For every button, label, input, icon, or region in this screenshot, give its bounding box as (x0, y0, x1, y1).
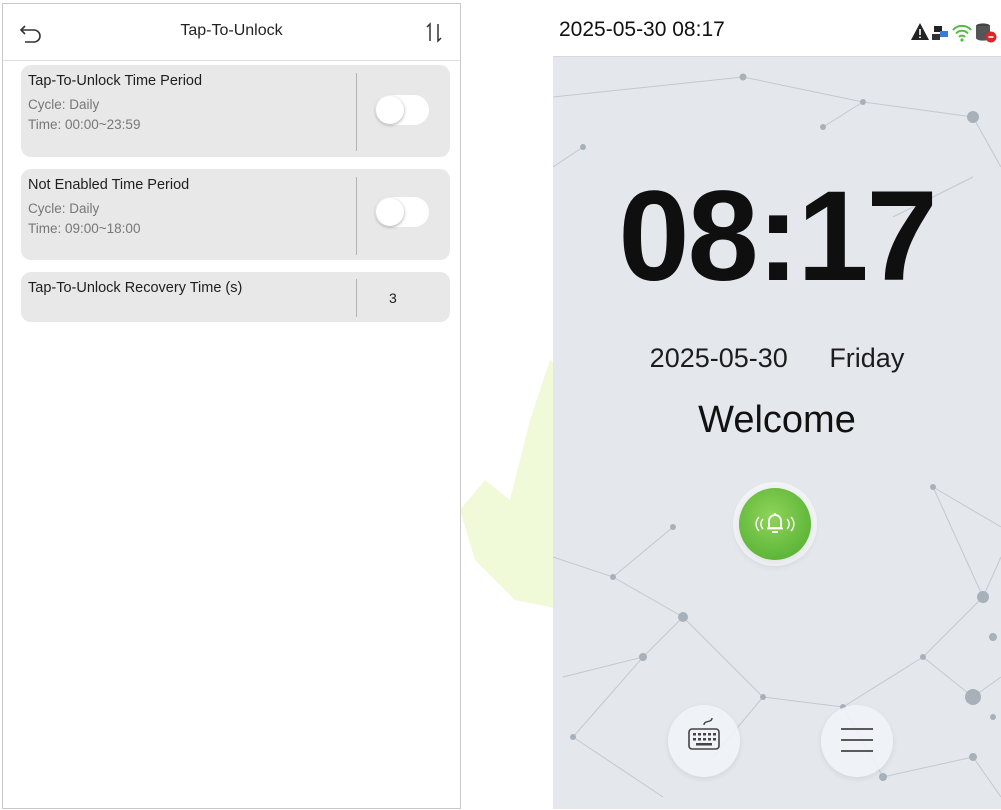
card-title: Not Enabled Time Period (28, 177, 190, 193)
page-title: Tap-To-Unlock (180, 22, 283, 39)
recovery-time-value: 3 (389, 290, 397, 306)
doorbell-button[interactable] (739, 488, 811, 560)
card-title: Tap-To-Unlock Time Period (28, 73, 203, 89)
status-icons (911, 23, 997, 43)
toggle-knob (376, 96, 404, 124)
menu-button[interactable] (821, 705, 893, 777)
wifi-icon (952, 24, 972, 38)
doorbell-icon (755, 513, 795, 533)
tap-to-unlock-period-toggle[interactable] (375, 95, 429, 125)
sort-icon (426, 22, 442, 43)
database-icon (976, 23, 997, 43)
card-time: Time: 09:00~18:00 (28, 221, 141, 236)
card-title: Tap-To-Unlock Recovery Time (s) (28, 280, 243, 296)
main-clock: 08:17 (618, 165, 937, 308)
card-divider (356, 279, 357, 317)
warning-icon (911, 23, 929, 40)
device-home-screen: 2025-05-30 08:17 08:17 2025-05-30 Friday… (553, 3, 1001, 809)
not-enabled-period-card[interactable]: Not Enabled Time Period Cycle: Daily Tim… (21, 169, 450, 260)
keyboard-button[interactable] (668, 705, 740, 777)
card-time: Time: 00:00~23:59 (28, 117, 141, 132)
card-divider (356, 177, 357, 255)
time-period-card[interactable]: Tap-To-Unlock Time Period Cycle: Daily T… (21, 65, 450, 157)
watermark-logo (460, 360, 565, 610)
not-enabled-period-toggle[interactable] (375, 197, 429, 227)
sort-button[interactable] (422, 20, 448, 46)
card-divider (356, 73, 357, 151)
status-bar: 2025-05-30 08:17 (553, 3, 1001, 57)
header-bar: Tap-To-Unlock (3, 4, 460, 61)
menu-icon (841, 728, 873, 752)
date-line: 2025-05-30 Friday (553, 343, 1001, 374)
date-text: 2025-05-30 (649, 343, 788, 373)
network-icon (932, 26, 948, 40)
welcome-text: Welcome (698, 399, 856, 441)
card-cycle: Cycle: Daily (28, 201, 100, 216)
toggle-knob (376, 198, 404, 226)
status-datetime: 2025-05-30 08:17 (559, 18, 725, 41)
recovery-time-card[interactable]: Tap-To-Unlock Recovery Time (s) 3 (21, 272, 450, 322)
keyboard-icon (688, 717, 720, 750)
tap-to-unlock-settings-panel: Tap-To-Unlock Tap-To-Unlock Time Period … (2, 3, 461, 809)
card-cycle: Cycle: Daily (28, 97, 100, 112)
weekday-text: Friday (829, 343, 905, 373)
